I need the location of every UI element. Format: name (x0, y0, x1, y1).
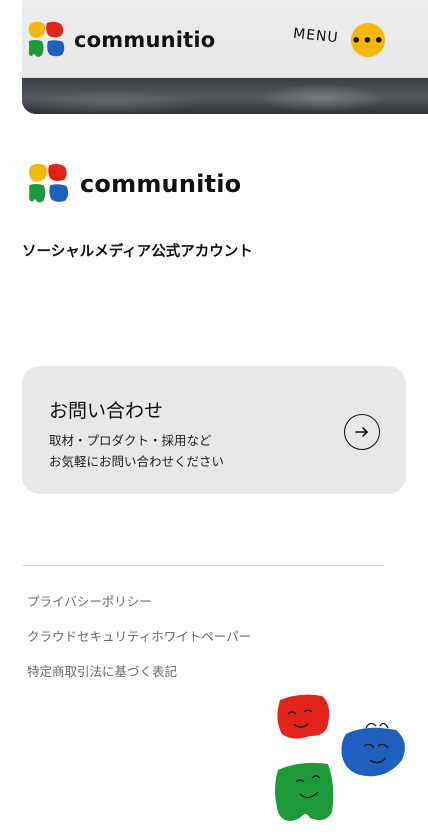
footer-link-commerce-law[interactable]: 特定商取引法に基づく表記 (27, 661, 177, 680)
mascot-characters-illustration (270, 690, 420, 830)
contact-title: お問い合わせ (49, 400, 164, 422)
footer-link-whitepaper[interactable]: クラウドセキュリティホワイトペーパー (27, 626, 251, 645)
divider (22, 565, 384, 566)
main-logo: communitio (26, 162, 241, 206)
contact-desc-line: 取材・プロダクト・採用など (49, 433, 212, 448)
header-logo[interactable]: communitio (26, 20, 215, 60)
arrow-right-icon[interactable] (344, 414, 380, 450)
logo-mark-icon (26, 162, 70, 206)
tagline: ソーシャルメディア公式アカウント (22, 244, 253, 260)
footer-link-privacy[interactable]: プライバシーポリシー (27, 591, 152, 610)
header-photo (22, 78, 428, 114)
logo-mark-icon (26, 20, 66, 60)
main-logo-text: communitio (80, 170, 242, 198)
more-dots-icon: ••• (351, 30, 385, 50)
menu-button[interactable]: ••• (351, 23, 385, 57)
header-logo-text: communitio (74, 28, 216, 52)
contact-card[interactable]: お問い合わせ 取材・プロダクト・採用など お気軽にお問い合わせください (22, 366, 406, 494)
contact-description: 取材・プロダクト・採用など お気軽にお問い合わせください (49, 430, 224, 472)
contact-desc-line: お気軽にお問い合わせください (49, 454, 225, 469)
